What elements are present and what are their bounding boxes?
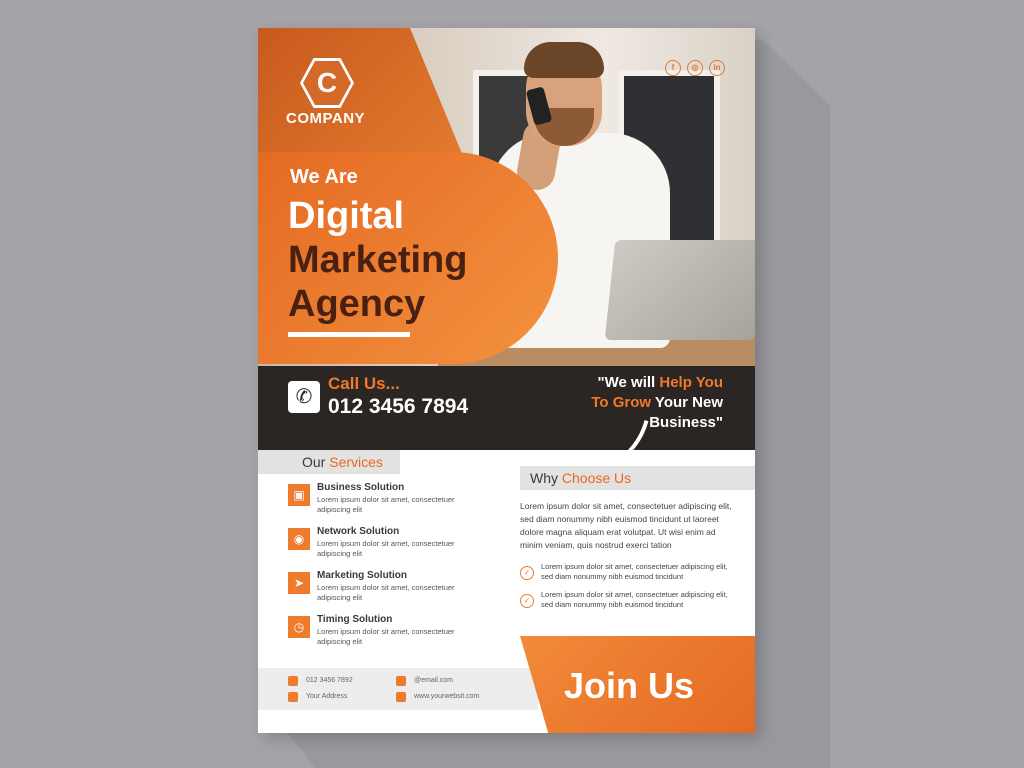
why-title-accent: Choose Us <box>561 470 632 486</box>
service-title: Business Solution <box>317 482 405 493</box>
location-icon <box>288 692 298 702</box>
linkedin-icon[interactable]: in <box>709 60 725 76</box>
briefcase-icon: ▣ <box>288 484 310 506</box>
slogan-part3: Business" <box>649 414 723 431</box>
slogan-accent1: Help You <box>659 374 723 391</box>
headline-underline <box>288 332 410 337</box>
instagram-icon[interactable]: ◎ <box>687 60 703 76</box>
service-title: Marketing Solution <box>317 570 407 581</box>
contact-email[interactable]: @email.com <box>414 677 453 684</box>
check-icon: ✓ <box>520 566 534 580</box>
contact-address: Your Address <box>306 693 348 700</box>
person-hair <box>524 42 604 78</box>
phone-number[interactable]: 012 3456 7894 <box>328 395 468 419</box>
services-title-accent: Services <box>329 454 383 470</box>
service-desc: Lorem ipsum dolor sit amet, consectetuer… <box>317 539 455 558</box>
why-body: Lorem ipsum dolor sit amet, consectetuer… <box>520 501 732 550</box>
services-title-plain: Our <box>302 454 330 470</box>
headline-intro: We Are <box>290 166 358 188</box>
service-desc: Lorem ipsum dolor sit amet, consectetuer… <box>317 495 455 514</box>
social-icons: f ◎ in <box>665 60 725 76</box>
why-title: Why Choose Us <box>530 470 631 486</box>
facebook-icon[interactable]: f <box>665 60 681 76</box>
email-icon <box>396 676 406 686</box>
service-title: Network Solution <box>317 526 400 537</box>
why-title-plain: Why <box>530 470 562 486</box>
phone-icon: ✆ <box>288 381 320 413</box>
why-point: Lorem ipsum dolor sit amet, consectetuer… <box>541 590 728 609</box>
clock-icon: ◷ <box>288 616 310 638</box>
send-icon: ➤ <box>288 572 310 594</box>
check-icon: ✓ <box>520 594 534 608</box>
slogan: "We will Help You To Grow Your New Busin… <box>591 373 723 433</box>
headline-digital: Digital <box>288 195 405 237</box>
flyer: C COMPANY f ◎ in We Are Digital Marketin… <box>258 28 755 733</box>
slogan-accent2: To Grow <box>591 394 652 411</box>
headline-marketing: Marketing <box>288 239 468 281</box>
services-title: Our Services <box>302 454 383 470</box>
service-desc: Lorem ipsum dolor sit amet, consectetuer… <box>317 583 455 602</box>
globe-icon <box>396 692 406 702</box>
call-us-label: Call Us... <box>328 374 400 393</box>
phone-small-icon <box>288 676 298 686</box>
company-name: COMPANY <box>286 110 366 127</box>
laptop <box>604 240 755 340</box>
slogan-part1: "We will <box>597 374 660 391</box>
join-us-button[interactable]: Join Us <box>564 665 694 707</box>
service-desc: Lorem ipsum dolor sit amet, consectetuer… <box>317 627 455 646</box>
slogan-part2: Your New <box>651 394 723 411</box>
headline-agency: Agency <box>288 283 426 325</box>
network-icon: ◉ <box>288 528 310 550</box>
why-point: Lorem ipsum dolor sit amet, consectetuer… <box>541 562 728 581</box>
contact-website[interactable]: www.yourwebsit.com <box>414 693 479 700</box>
service-title: Timing Solution <box>317 614 393 625</box>
contact-phone[interactable]: 012 3456 7892 <box>306 677 353 684</box>
contact-bar <box>258 668 538 710</box>
